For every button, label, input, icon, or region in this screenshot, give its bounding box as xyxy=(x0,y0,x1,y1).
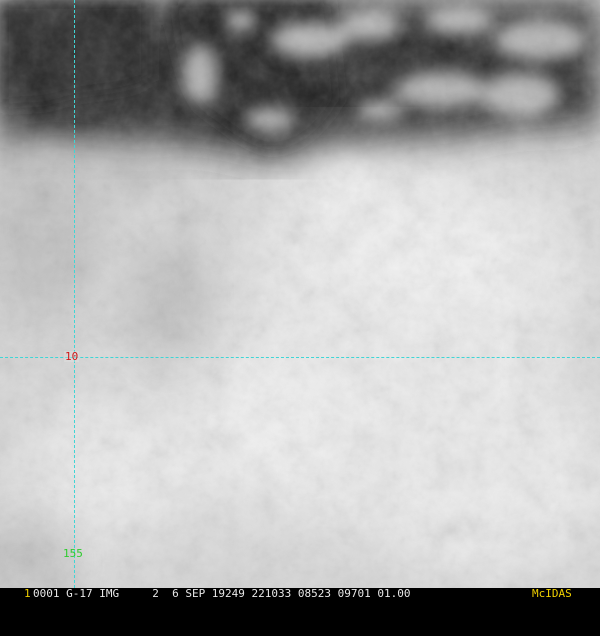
satellite-cloud-image xyxy=(0,0,600,588)
status-bar: 1 0001 G-17 IMG 2 6 SEP 19249 221033 085… xyxy=(0,588,600,600)
image-metadata-text: 0001 G-17 IMG 2 6 SEP 19249 221033 08523… xyxy=(33,587,411,600)
longitude-label: 155 xyxy=(63,547,83,560)
latitude-label: 10 xyxy=(64,350,80,363)
mcidas-brand: McIDAS xyxy=(532,587,572,600)
frame-number: 1 xyxy=(24,587,31,600)
satellite-image-viewer: 10 155 xyxy=(0,0,600,588)
